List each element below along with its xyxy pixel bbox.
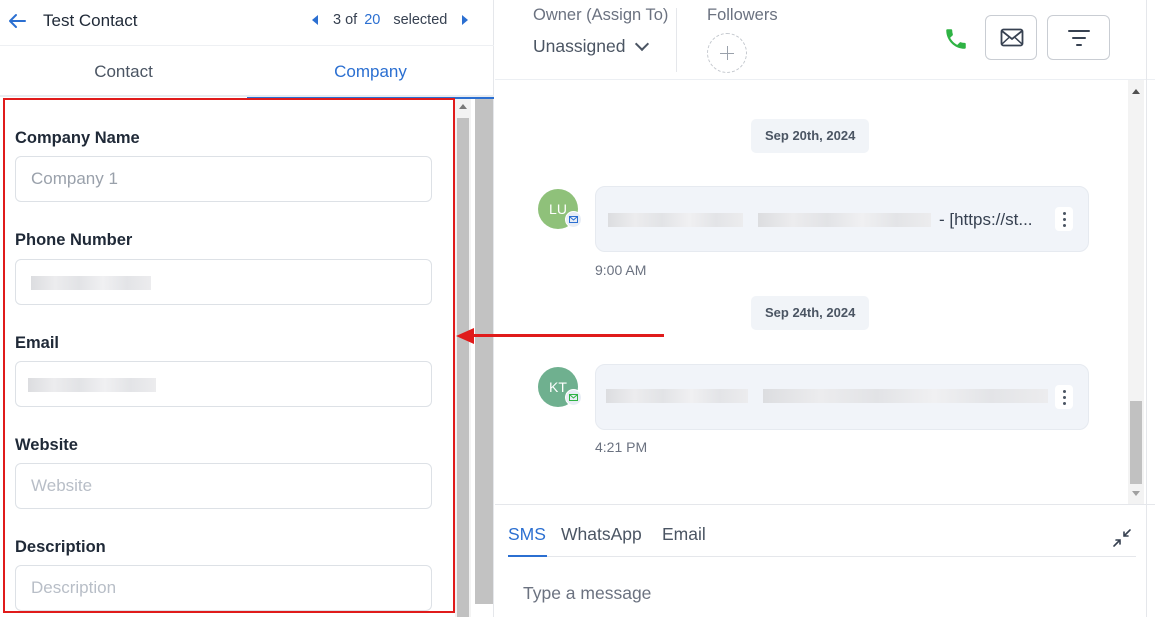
redacted-text [608, 213, 743, 227]
followers-label: Followers [707, 6, 778, 24]
company-form: Company Name Phone Number Email Website … [0, 99, 455, 617]
email-input[interactable] [15, 361, 432, 407]
panel-gutter [475, 99, 493, 604]
mail-icon [565, 389, 582, 406]
pager-suffix: selected [393, 12, 448, 28]
redacted-email [28, 378, 156, 392]
tab-whatsapp[interactable]: WhatsApp [561, 524, 642, 545]
scroll-down-icon[interactable] [1132, 491, 1140, 496]
filter-button[interactable] [1047, 15, 1110, 60]
tab-contact[interactable]: Contact [0, 47, 247, 97]
next-record-icon[interactable] [462, 15, 469, 25]
message-time: 9:00 AM [595, 262, 647, 278]
arrow-left-icon[interactable] [6, 10, 28, 32]
contact-topbar: Test Contact 3 of 20 selected [0, 0, 494, 46]
composer-divider [508, 556, 1136, 557]
chevron-down-icon [635, 36, 650, 52]
redacted-text [758, 213, 931, 227]
conversation-panel: Owner (Assign To) Unassigned Followers S… [495, 0, 1155, 617]
panel-edge [1146, 0, 1147, 617]
form-scrollbar-thumb[interactable] [457, 118, 469, 617]
company-name-input[interactable] [15, 156, 432, 202]
company-name-label: Company Name [15, 129, 140, 147]
date-separator: Sep 24th, 2024 [751, 296, 870, 330]
email-button[interactable] [985, 15, 1037, 60]
header-divider [676, 8, 677, 72]
more-vertical-icon[interactable] [1055, 385, 1073, 409]
email-label: Email [15, 334, 60, 352]
redacted-phone [31, 276, 151, 290]
phone-number-input[interactable] [15, 259, 432, 305]
contact-name: Test Contact [43, 11, 138, 30]
filter-icon [1068, 30, 1090, 46]
envelope-icon [1000, 28, 1024, 47]
pager-total[interactable]: 20 [364, 12, 380, 28]
tab-sms[interactable]: SMS [508, 524, 546, 545]
message-input[interactable] [508, 577, 1128, 609]
contact-detail-panel: Test Contact 3 of 20 selected Contact Co… [0, 0, 494, 617]
conversation-header: Owner (Assign To) Unassigned Followers [495, 0, 1155, 80]
add-follower-button[interactable] [707, 33, 747, 73]
description-label: Description [15, 538, 106, 556]
pager-current: 3 of [333, 12, 358, 28]
tab-email[interactable]: Email [662, 524, 706, 545]
detail-tabs: Contact Company [0, 47, 494, 99]
redacted-text [606, 389, 748, 403]
owner-select[interactable]: Unassigned [533, 36, 650, 57]
phone-number-label: Phone Number [15, 231, 133, 249]
collapse-icon[interactable] [1112, 528, 1132, 548]
message-bubble[interactable]: - [https://st... [595, 186, 1089, 252]
date-separator: Sep 20th, 2024 [751, 119, 870, 153]
previous-record-icon[interactable] [312, 15, 318, 25]
tab-company[interactable]: Company [247, 47, 494, 99]
annotation-arrow-head [456, 328, 474, 344]
message-bubble[interactable] [595, 364, 1089, 430]
owner-label: Owner (Assign To) [533, 6, 669, 24]
message-text: - [https://st... [939, 210, 1033, 229]
description-input[interactable] [15, 565, 432, 611]
message-time: 4:21 PM [595, 439, 648, 455]
website-label: Website [15, 436, 78, 454]
scroll-up-icon[interactable] [1132, 89, 1140, 94]
scroll-up-icon[interactable] [459, 104, 467, 109]
conversation-scrollbar-thumb[interactable] [1130, 401, 1142, 484]
mail-icon [565, 211, 582, 228]
message-composer: SMS WhatsApp Email [495, 504, 1155, 617]
redacted-text [763, 389, 1048, 403]
more-vertical-icon[interactable] [1055, 207, 1073, 231]
website-input[interactable] [15, 463, 432, 509]
active-tab-indicator [508, 555, 547, 557]
phone-icon[interactable] [943, 26, 969, 52]
owner-value: Unassigned [533, 36, 626, 56]
record-pager: 3 of 20 selected [312, 12, 469, 28]
